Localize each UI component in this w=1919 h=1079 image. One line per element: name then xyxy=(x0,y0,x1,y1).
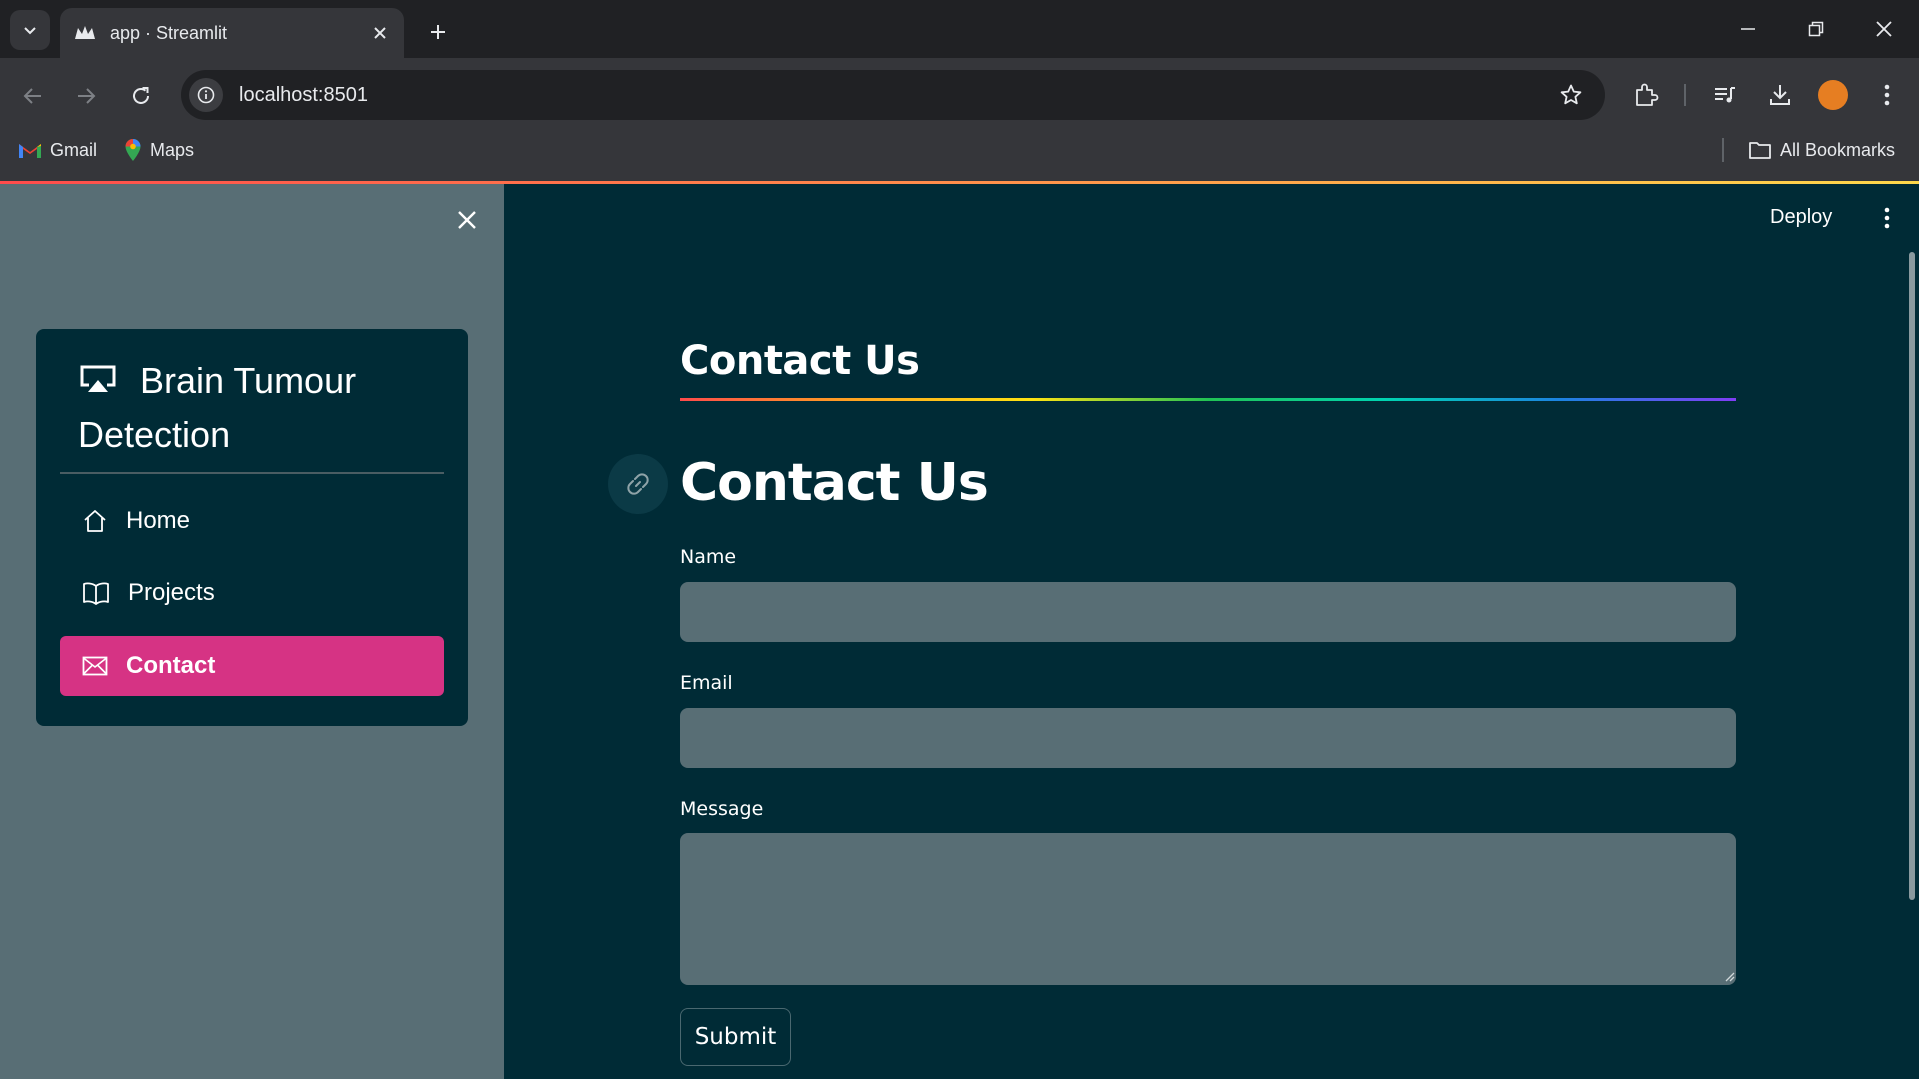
menu-title: Brain Tumour Detection xyxy=(78,354,438,462)
tab-close-icon[interactable] xyxy=(368,21,392,45)
book-icon xyxy=(83,582,109,605)
profile-avatar[interactable] xyxy=(1818,80,1848,110)
extensions-button[interactable] xyxy=(1625,74,1667,116)
sidebar-close-button[interactable] xyxy=(450,203,484,237)
sidebar-item-projects[interactable]: Projects xyxy=(60,563,444,623)
bookmark-star-icon[interactable] xyxy=(1551,75,1591,115)
bookmark-maps[interactable]: Maps xyxy=(124,136,194,164)
folder-icon xyxy=(1749,142,1771,159)
page-title: Contact Us xyxy=(680,453,989,513)
bookmark-gmail[interactable]: Gmail xyxy=(18,136,97,164)
sidebar-item-label: Projects xyxy=(128,579,215,606)
all-bookmarks-button[interactable]: All Bookmarks xyxy=(1748,136,1895,164)
name-label: Name xyxy=(680,546,737,568)
address-bar[interactable]: localhost:8501 xyxy=(181,70,1605,120)
email-label: Email xyxy=(680,672,733,694)
bookmark-label: Gmail xyxy=(50,139,98,160)
tab-search-button[interactable] xyxy=(10,10,50,50)
arrow-left-icon xyxy=(23,88,41,104)
media-controls-button[interactable] xyxy=(1704,74,1746,116)
sidebar-item-label: Contact xyxy=(126,652,216,679)
menu-title-text: Brain Tumour Detection xyxy=(78,360,357,455)
cast-icon xyxy=(78,356,118,392)
reload-button[interactable] xyxy=(121,76,161,116)
download-icon xyxy=(1770,85,1790,105)
email-input[interactable] xyxy=(680,708,1736,768)
minimize-button[interactable] xyxy=(1714,0,1782,58)
chevron-down-icon xyxy=(24,27,36,35)
sidebar-item-home[interactable]: Home xyxy=(60,491,444,551)
puzzle-icon xyxy=(1636,83,1659,106)
submit-button[interactable]: Submit xyxy=(680,1008,791,1066)
sidebar-item-label: Home xyxy=(126,507,191,534)
restore-icon xyxy=(1808,21,1824,37)
link-icon xyxy=(627,473,649,495)
new-tab-button[interactable] xyxy=(420,14,456,50)
restore-button[interactable] xyxy=(1782,0,1850,58)
toolbar-separator xyxy=(1684,84,1686,106)
sidebar-item-contact[interactable]: Contact xyxy=(60,636,444,696)
all-bookmarks-label: All Bookmarks xyxy=(1780,139,1896,160)
bookmarks-bar xyxy=(0,129,1919,181)
reload-icon xyxy=(133,87,149,104)
site-info-icon[interactable] xyxy=(189,78,223,112)
more-vert-icon xyxy=(1884,207,1890,229)
streamlit-favicon-icon xyxy=(74,22,96,44)
deploy-button[interactable]: Deploy xyxy=(1770,202,1832,232)
maps-icon xyxy=(125,139,141,161)
envelope-icon xyxy=(82,656,108,676)
bookmarks-separator xyxy=(1722,138,1724,162)
more-vert-icon xyxy=(1884,84,1890,106)
browser-tab[interactable]: app · Streamlit xyxy=(60,8,404,58)
name-input[interactable] xyxy=(680,582,1736,642)
close-icon xyxy=(458,211,476,229)
tab-title: app · Streamlit xyxy=(110,22,228,43)
app-menu-button[interactable] xyxy=(1872,200,1902,236)
message-textarea[interactable] xyxy=(680,833,1736,985)
gmail-icon xyxy=(19,144,41,158)
forward-button[interactable] xyxy=(66,76,106,116)
url-text: localhost:8501 xyxy=(239,83,368,106)
queue-music-icon xyxy=(1715,87,1735,103)
close-window-button[interactable] xyxy=(1850,0,1918,58)
house-icon xyxy=(84,510,106,532)
subheader-divider xyxy=(680,398,1736,401)
close-icon xyxy=(1876,21,1892,37)
header-anchor-link[interactable] xyxy=(608,454,668,514)
bookmark-label: Maps xyxy=(150,139,195,160)
message-label: Message xyxy=(680,798,764,820)
main-scrollbar[interactable] xyxy=(1909,252,1915,900)
minimize-icon xyxy=(1741,28,1755,30)
page-subheader: Contact Us xyxy=(680,338,920,384)
back-button[interactable] xyxy=(13,76,53,116)
resize-handle-icon[interactable] xyxy=(1723,970,1735,982)
browser-menu-button[interactable] xyxy=(1866,74,1908,116)
arrow-right-icon xyxy=(78,88,96,104)
downloads-button[interactable] xyxy=(1759,74,1801,116)
menu-divider xyxy=(60,472,444,474)
plus-icon xyxy=(431,25,445,39)
